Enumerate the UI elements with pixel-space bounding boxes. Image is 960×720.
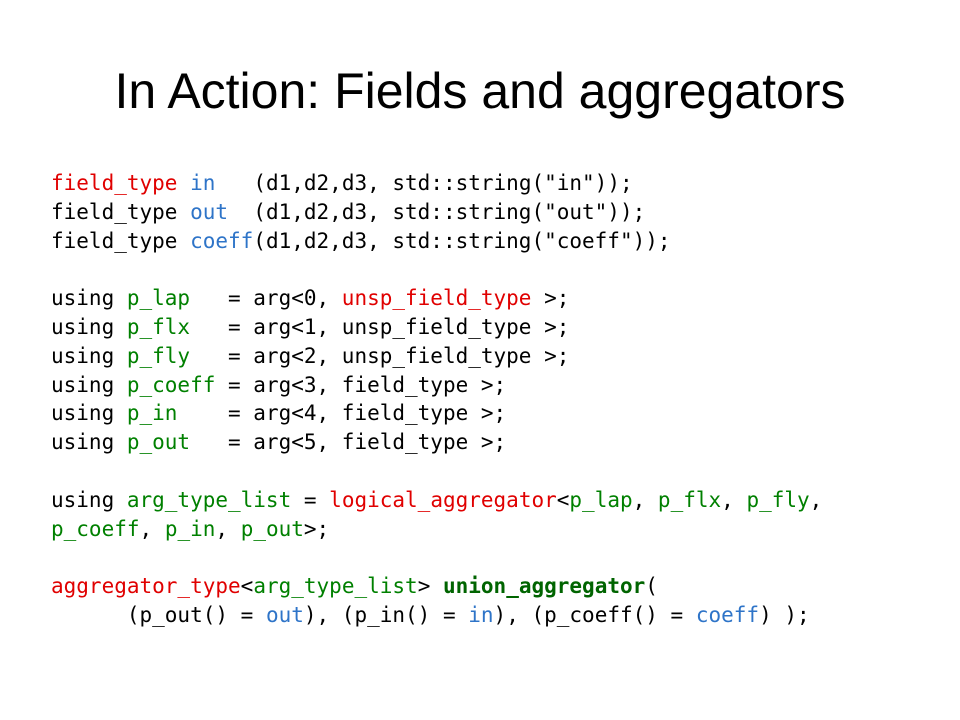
code-token: using xyxy=(51,286,127,311)
code-token: = arg<0, xyxy=(190,286,342,311)
code-token: , xyxy=(632,487,658,512)
code-token: (d1,d2,d3, std::string("coeff")); xyxy=(253,228,671,253)
code-token: ) ); xyxy=(759,602,810,627)
code-token: p_out xyxy=(240,516,304,541)
code-line: using p_in = arg<4, field_type >; xyxy=(51,399,822,428)
code-token: p_coeff xyxy=(51,516,140,541)
code-token: using xyxy=(51,401,127,426)
code-token: < xyxy=(240,574,254,599)
code-token: using xyxy=(51,487,127,512)
code-token: p_lap xyxy=(569,487,633,512)
code-line: p_coeff, p_in, p_out>; xyxy=(51,515,822,544)
code-token: using xyxy=(51,430,127,455)
code-line: aggregator_type<arg_type_list> union_agg… xyxy=(51,572,822,601)
code-token: ), (p_coeff() = xyxy=(493,602,696,627)
code-block: field_type in (d1,d2,d3, std::string("in… xyxy=(51,169,822,630)
slide: In Action: Fields and aggregators field_… xyxy=(0,0,960,720)
code-token: union_aggregator xyxy=(442,574,646,599)
code-token: >; xyxy=(303,516,330,541)
code-token: = xyxy=(291,487,330,512)
code-token: = arg<4, field_type >; xyxy=(177,401,507,426)
code-token: using xyxy=(51,343,127,368)
code-token: in xyxy=(468,602,494,627)
code-line: using p_coeff = arg<3, field_type >; xyxy=(51,371,822,400)
code-line: using p_lap = arg<0, unsp_field_type >; xyxy=(51,284,822,313)
code-token: ( xyxy=(645,574,658,599)
code-token: out xyxy=(265,602,304,627)
code-token: >; xyxy=(531,286,570,311)
code-line: using p_fly = arg<2, unsp_field_type >; xyxy=(51,342,822,371)
code-token: = arg<3, field_type >; xyxy=(215,372,507,397)
code-token: unsp_field_type xyxy=(341,286,532,311)
code-token: arg_type_list xyxy=(126,487,292,512)
code-token: p_out xyxy=(126,430,191,455)
code-token: (p_out() = xyxy=(51,602,266,627)
code-line: using arg_type_list = logical_aggregator… xyxy=(51,486,822,515)
code-token: field_type xyxy=(51,199,191,224)
code-token: , xyxy=(215,516,241,541)
code-token: using xyxy=(51,372,127,397)
code-token: in xyxy=(190,171,216,195)
code-line: field_type in (d1,d2,d3, std::string("in… xyxy=(51,169,822,198)
code-token: aggregator_type xyxy=(51,574,241,599)
code-token: , xyxy=(139,516,165,541)
code-token: field_type xyxy=(51,171,178,195)
code-line: field_type out (d1,d2,d3, std::string("o… xyxy=(51,198,822,227)
code-line: using p_out = arg<5, field_type >; xyxy=(51,428,822,457)
code-line: (p_out() = out), (p_in() = in), (p_coeff… xyxy=(51,601,822,630)
code-token: (d1,d2,d3, std::string("in")); xyxy=(215,171,633,195)
code-token: coeff xyxy=(695,602,760,627)
code-token: logical_aggregator xyxy=(329,487,557,512)
code-token: = arg<1, unsp_field_type >; xyxy=(190,314,570,339)
code-token: , xyxy=(721,487,747,512)
code-token: arg_type_list xyxy=(253,574,418,599)
code-token: > xyxy=(417,574,443,599)
code-line: field_type coeff(d1,d2,d3, std::string("… xyxy=(51,227,822,256)
code-token: out xyxy=(190,199,229,224)
code-token: coeff xyxy=(190,228,254,253)
code-token: = arg<2, unsp_field_type >; xyxy=(190,343,570,368)
code-token: p_flx xyxy=(657,487,722,512)
code-token: p_lap xyxy=(126,286,191,311)
code-line: using p_flx = arg<1, unsp_field_type >; xyxy=(51,313,822,342)
code-token: p_in xyxy=(164,516,216,541)
code-token: p_fly xyxy=(746,487,810,512)
code-token: p_flx xyxy=(126,314,191,339)
code-token: p_coeff xyxy=(126,372,216,397)
code-token: p_fly xyxy=(126,343,191,368)
code-token: p_in xyxy=(126,401,178,426)
code-token: < xyxy=(556,487,570,512)
code-token: field_type xyxy=(51,228,191,253)
code-token: , xyxy=(809,487,823,512)
code-token: using xyxy=(51,314,127,339)
code-token: ), (p_in() = xyxy=(303,602,469,627)
code-token: (d1,d2,d3, std::string("out")); xyxy=(228,199,646,224)
code-token: = arg<5, field_type >; xyxy=(190,430,507,455)
slide-title: In Action: Fields and aggregators xyxy=(114,63,846,119)
